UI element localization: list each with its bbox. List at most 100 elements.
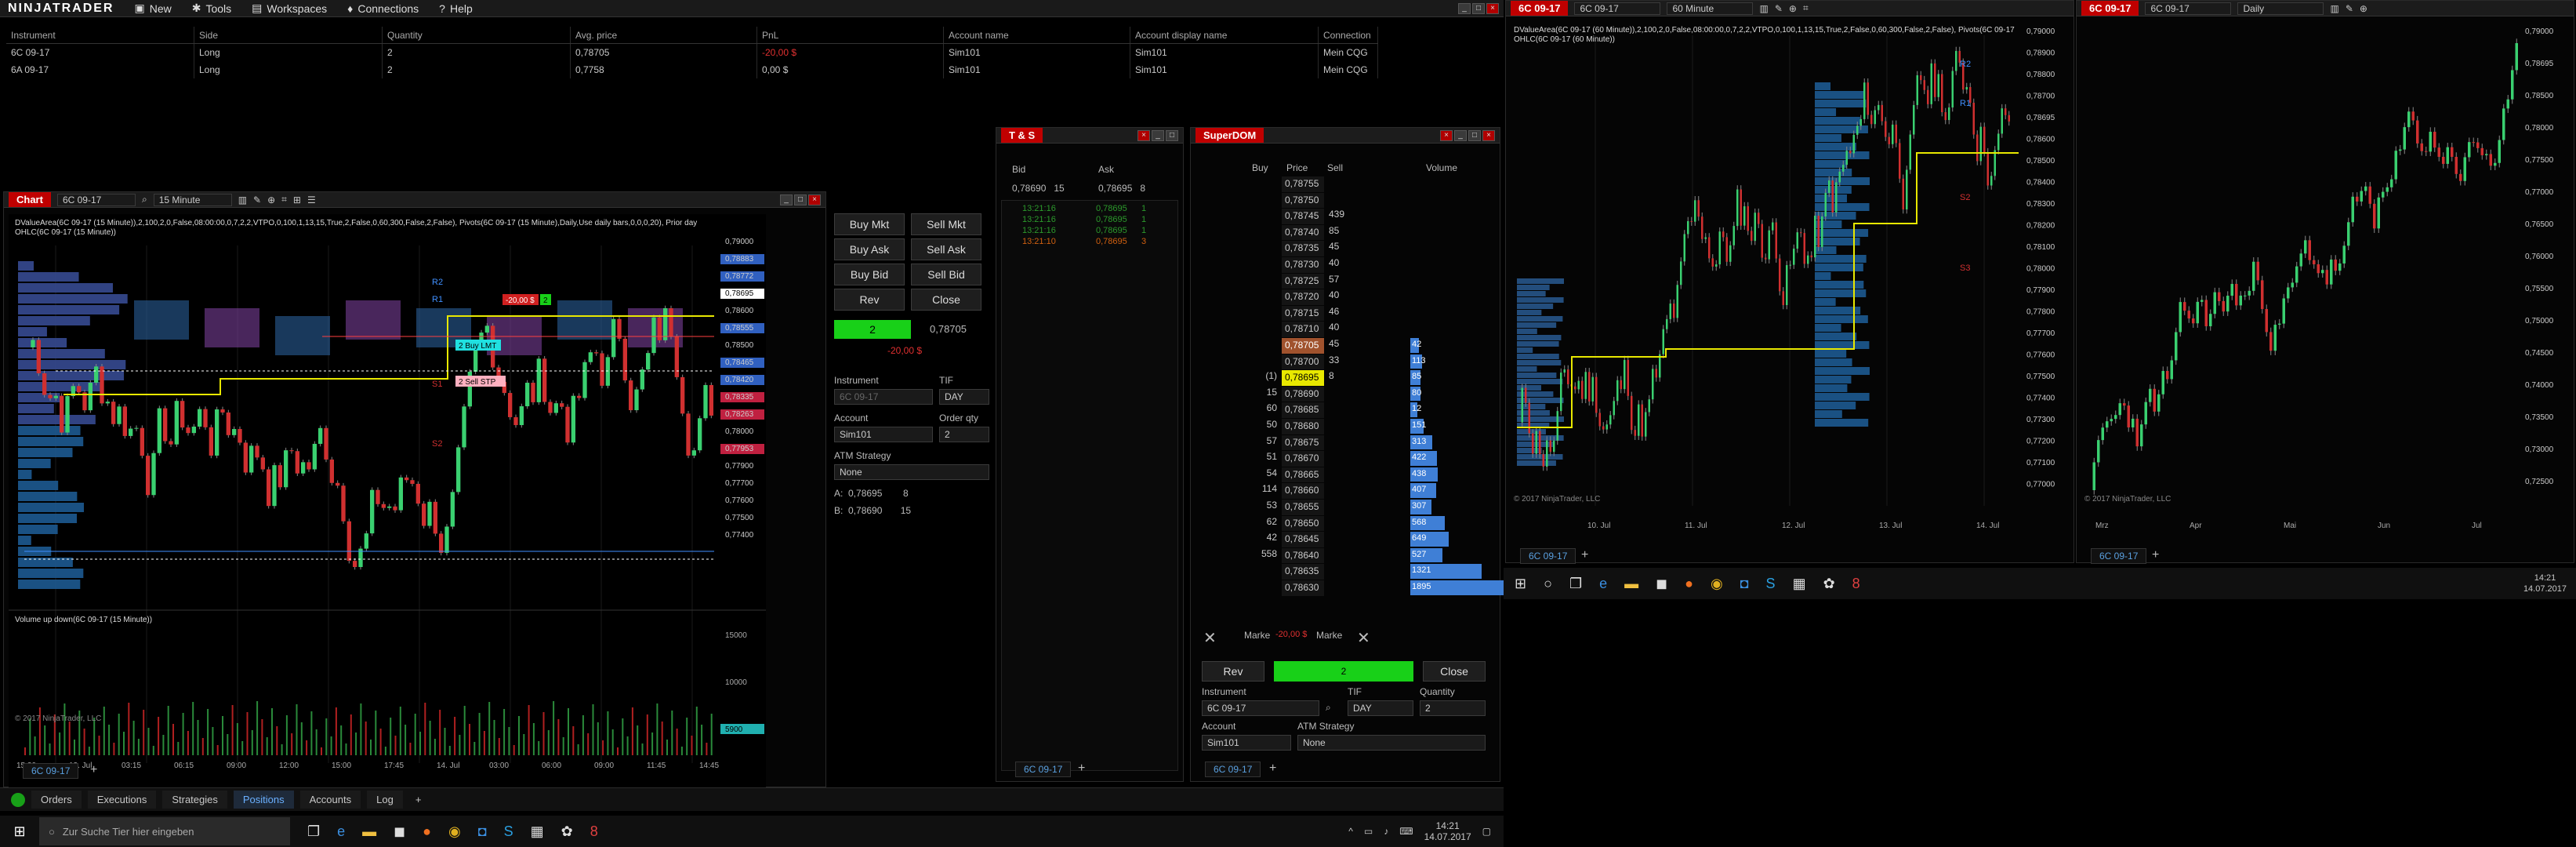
draw-icon[interactable]: ✎ bbox=[253, 194, 261, 205]
menu-help[interactable]: ? Help bbox=[439, 2, 473, 15]
tab-log[interactable]: Log bbox=[367, 791, 403, 809]
close-icon[interactable]: × bbox=[808, 194, 821, 205]
dom-instrument-select[interactable]: 6C 09-17 bbox=[1202, 700, 1319, 716]
dom-price-cell[interactable]: 0,78715 bbox=[1282, 305, 1324, 322]
dom-sell-cell[interactable]: 40 bbox=[1329, 289, 1352, 300]
zoom-icon[interactable]: ⊕ bbox=[267, 194, 275, 205]
app2-icon[interactable]: ✿ bbox=[561, 823, 573, 840]
chrome-icon[interactable]: ◉ bbox=[1711, 576, 1723, 592]
close-icon[interactable]: × bbox=[1486, 3, 1499, 14]
chart1-plot[interactable]: R2 R1 S1 S2 0,79000 0,78883 0,78772 0,78695 0,78… bbox=[9, 214, 766, 804]
dom-price-cell[interactable]: 0,78640 bbox=[1282, 547, 1324, 564]
col-account-display[interactable]: Account display name bbox=[1130, 27, 1319, 43]
minimize-icon[interactable]: _ bbox=[1152, 129, 1164, 141]
add-tab-icon[interactable]: + bbox=[90, 763, 97, 777]
ts-instrument-tab[interactable]: 6C 09-17 bbox=[1015, 762, 1072, 777]
tab-orders[interactable]: Orders bbox=[31, 791, 82, 809]
dom-price-cell[interactable]: 0,78725 bbox=[1282, 273, 1324, 289]
network-icon[interactable]: ▭ bbox=[1364, 826, 1373, 837]
tab-strategies[interactable]: Strategies bbox=[162, 791, 227, 809]
chart3-instrument-select[interactable]: 6C 09-17 bbox=[2145, 2, 2232, 15]
tab-executions[interactable]: Executions bbox=[87, 791, 157, 809]
col-pnl[interactable]: PnL bbox=[757, 27, 944, 43]
dom-price-cell[interactable]: 0,78655 bbox=[1282, 500, 1324, 515]
dom-price-cell[interactable]: 0,78665 bbox=[1282, 467, 1324, 483]
dom-price-cell[interactable]: 0,78705 bbox=[1282, 338, 1324, 354]
col-instrument[interactable]: Instrument bbox=[6, 27, 194, 43]
bar-type-icon[interactable]: ▥ bbox=[238, 194, 247, 205]
restore-icon[interactable]: □ bbox=[1468, 129, 1481, 141]
chart1-interval-select[interactable]: 15 Minute bbox=[153, 193, 232, 206]
chart1-instrument-select[interactable]: 6C 09-17 bbox=[56, 193, 136, 206]
tray-up-icon[interactable]: ^ bbox=[1348, 826, 1353, 837]
menu-new[interactable]: ▣ New bbox=[134, 2, 171, 15]
dom-price-cell[interactable]: 0,78740 bbox=[1282, 224, 1324, 241]
dom-sell-cell[interactable]: 33 bbox=[1329, 354, 1352, 365]
dom-buy-cell[interactable]: 57 bbox=[1246, 435, 1277, 446]
close-icon[interactable]: × bbox=[1440, 129, 1453, 141]
dom-buy-cell[interactable]: (1) bbox=[1246, 370, 1277, 381]
edge-icon[interactable]: e bbox=[337, 823, 345, 840]
store-icon[interactable]: ◼ bbox=[394, 823, 405, 840]
col-quantity[interactable]: Quantity bbox=[383, 27, 571, 43]
atm-strategy-select[interactable]: None bbox=[834, 464, 989, 480]
dom-instrument-tab[interactable]: 6C 09-17 bbox=[1205, 762, 1261, 777]
dom-market-row[interactable]: Marke bbox=[1244, 630, 1270, 641]
dom-reverse-button[interactable]: Rev bbox=[1202, 661, 1264, 682]
ninjatrader-icon[interactable]: 8 bbox=[590, 823, 598, 840]
close-icon[interactable]: × bbox=[1137, 129, 1150, 141]
store-icon[interactable]: ◼ bbox=[1656, 576, 1667, 592]
buy-bid-button[interactable]: Buy Bid bbox=[834, 264, 905, 285]
dom-sell-cell[interactable]: 40 bbox=[1329, 257, 1352, 268]
chart1-instrument-tab[interactable]: 6C 09-17 bbox=[23, 763, 79, 779]
dom-price-cell[interactable]: 0,78635 bbox=[1282, 564, 1324, 580]
account-select[interactable]: Sim101 bbox=[834, 427, 933, 442]
menu-tools[interactable]: ✱ Tools bbox=[192, 2, 231, 15]
dom-sell-cell[interactable]: 8 bbox=[1329, 370, 1352, 381]
strategies-icon[interactable]: ⊞ bbox=[293, 194, 301, 205]
dom-buy-cell[interactable]: 114 bbox=[1246, 483, 1277, 494]
dom-ladder[interactable]: 0,78755 0,78750 0,78745 439 0,78740 85 0,78735… bbox=[1246, 176, 1504, 600]
buy-ask-button[interactable]: Buy Ask bbox=[834, 238, 905, 260]
buy-market-button[interactable]: Buy Mkt bbox=[834, 213, 905, 235]
task-view-icon[interactable]: ❐ bbox=[307, 823, 320, 840]
bar-type-icon[interactable]: ▥ bbox=[2330, 3, 2338, 14]
tab-accounts[interactable]: Accounts bbox=[299, 791, 361, 809]
skype-icon[interactable]: S bbox=[504, 823, 513, 840]
dom-sell-cell[interactable]: 57 bbox=[1329, 274, 1352, 285]
chart3-interval-select[interactable]: Daily bbox=[2237, 2, 2324, 15]
dom-price-cell[interactable]: 0,78685 bbox=[1282, 402, 1324, 418]
search-icon[interactable]: ⌕ bbox=[1326, 702, 1331, 714]
table-row[interactable]: 6C 09-17 Long 2 0,78705 -20,00 $ Sim101 … bbox=[6, 44, 1378, 61]
col-connection[interactable]: Connection bbox=[1319, 27, 1378, 43]
sell-ask-button[interactable]: Sell Ask bbox=[911, 238, 981, 260]
explorer-icon[interactable]: ▬ bbox=[362, 823, 376, 840]
chart3-tab[interactable]: 6C 09-17 bbox=[2081, 1, 2139, 16]
indicators-icon[interactable]: ⌗ bbox=[281, 194, 287, 205]
dom-buy-cell[interactable]: 54 bbox=[1246, 467, 1277, 478]
add-tab-icon[interactable]: + bbox=[409, 791, 428, 809]
restore-icon[interactable]: □ bbox=[794, 194, 807, 205]
minimize-icon[interactable]: _ bbox=[1458, 3, 1471, 14]
chart2-svg[interactable]: R2 R1 S2 S3 0,79000 0,78900 0,78800 0,78700 0,78… bbox=[1509, 20, 2070, 529]
draw-icon[interactable]: ✎ bbox=[1775, 3, 1783, 14]
dom-buy-cell[interactable]: 62 bbox=[1246, 516, 1277, 527]
dom-price-cell[interactable]: 0,78670 bbox=[1282, 451, 1324, 467]
tab-positions[interactable]: Positions bbox=[233, 791, 294, 809]
chrome-icon[interactable]: ◉ bbox=[448, 823, 461, 840]
notifications-icon[interactable]: ▢ bbox=[1482, 826, 1491, 837]
calculator-icon[interactable]: ▦ bbox=[1793, 576, 1806, 592]
dom-price-cell[interactable]: 0,78745 bbox=[1282, 209, 1324, 224]
dom-sell-cell[interactable]: 85 bbox=[1329, 225, 1352, 236]
dom-price-cell[interactable]: 0,78695 bbox=[1282, 370, 1324, 386]
dom-price-cell[interactable]: 0,78730 bbox=[1282, 257, 1324, 273]
dom-price-cell[interactable]: 0,78680 bbox=[1282, 419, 1324, 434]
col-avg-price[interactable]: Avg. price bbox=[571, 27, 757, 43]
restore-icon[interactable]: □ bbox=[1166, 129, 1178, 141]
dom-close-button[interactable]: Close bbox=[1423, 661, 1486, 682]
dom-buy-cell[interactable]: 53 bbox=[1246, 500, 1277, 511]
explorer-icon[interactable]: ▬ bbox=[1624, 576, 1638, 592]
dom-price-cell[interactable]: 0,78720 bbox=[1282, 289, 1324, 305]
chart2-tab[interactable]: 6C 09-17 bbox=[1511, 1, 1569, 16]
draw-icon[interactable]: ✎ bbox=[2346, 3, 2353, 14]
